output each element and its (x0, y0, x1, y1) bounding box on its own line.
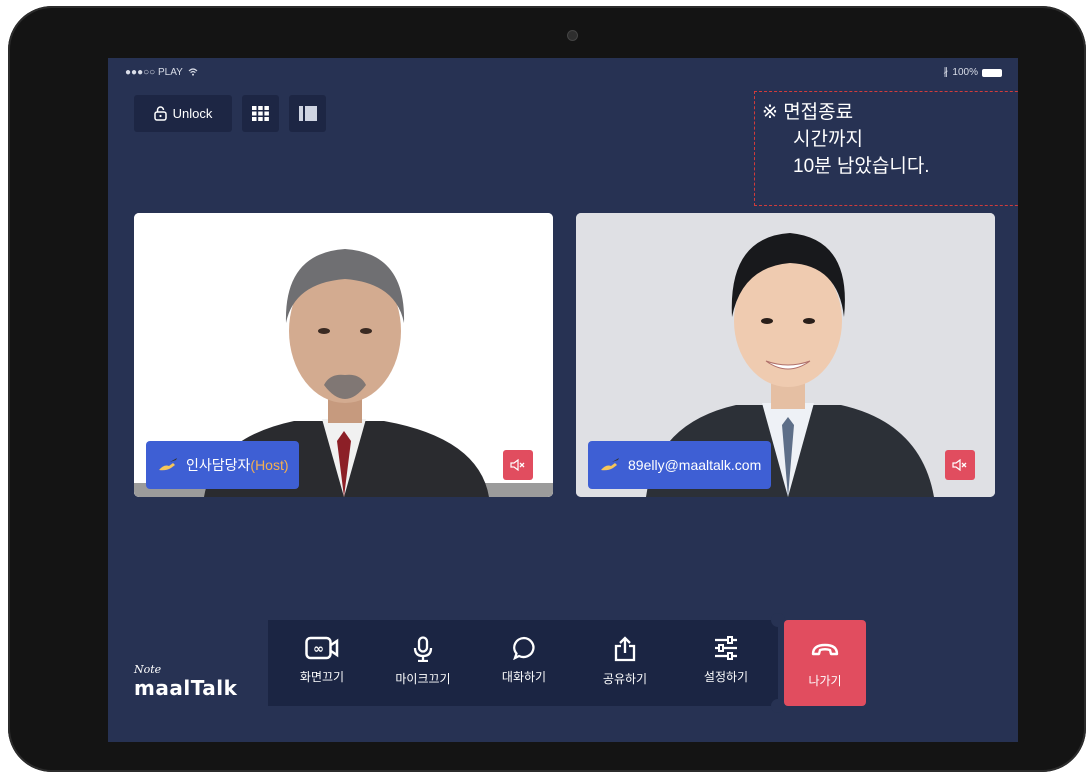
share-icon (614, 636, 636, 662)
control-label: 마이크끄기 (395, 672, 451, 686)
control-label: 설정하기 (703, 670, 749, 684)
tablet-frame: ●●●○○ PLAY ∦ 100% Unlock ※ 면접종료 시간까지 10분… (8, 6, 1086, 772)
time-remaining-notice: ※ 면접종료 시간까지 10분 남았습니다. (754, 91, 1018, 206)
carrier-text: ●●●○○ PLAY (125, 67, 183, 78)
control-label: 화면끄기 (299, 670, 345, 684)
battery-status: ∦ 100% (943, 67, 1002, 78)
mute-participant-button[interactable] (945, 450, 975, 480)
bluetooth-icon: ∦ (943, 67, 949, 78)
pen-hand-icon (601, 458, 619, 471)
battery-text: 100% (952, 67, 978, 78)
unlock-button[interactable]: Unlock (134, 95, 232, 132)
participant-nametag: 89elly@maaltalk.com (588, 441, 772, 489)
mute-participant-button[interactable] (503, 450, 533, 480)
control-label: 공유하기 (602, 672, 648, 686)
app-screen: ●●●○○ PLAY ∦ 100% Unlock ※ 면접종료 시간까지 10분… (108, 58, 1018, 742)
logo-brand-text: maalTalk (134, 676, 238, 700)
battery-icon (982, 68, 1002, 77)
participant-name: 89elly@maaltalk.com (628, 457, 762, 473)
video-tile-guest: 89elly@maaltalk.com (576, 213, 995, 497)
speaker-muted-icon (510, 459, 525, 471)
participant-name: 인사담당자 (186, 457, 251, 473)
logo-note-text: Note (134, 663, 162, 676)
hang-up-icon (811, 643, 839, 656)
maaltalk-logo: Note maalTalk (134, 663, 237, 700)
video-tile-host: 인사담당자 (Host) (134, 213, 553, 497)
settings-sliders-icon (715, 636, 737, 660)
share-button[interactable]: 공유하기 (583, 620, 667, 706)
leave-call-button[interactable]: 나가기 (784, 620, 866, 706)
microphone-icon (413, 636, 433, 662)
lock-icon (153, 106, 167, 121)
leave-label: 나가기 (808, 674, 842, 688)
speaker-muted-icon (952, 459, 967, 471)
control-bar-notch (771, 699, 785, 713)
sidebar-layout-icon (298, 106, 317, 121)
grid-icon (252, 106, 269, 121)
chat-bubble-icon (513, 636, 535, 660)
sidebar-view-button[interactable] (289, 95, 326, 132)
host-role-label: (Host) (250, 457, 289, 473)
notice-line-3: 10분 남았습니다. (793, 156, 930, 177)
chat-button[interactable]: 대화하기 (482, 620, 566, 706)
settings-button[interactable]: 설정하기 (684, 620, 768, 706)
camera-off-button[interactable]: ∞ 화면끄기 (280, 620, 364, 706)
svg-text:∞: ∞ (313, 642, 324, 657)
call-control-bar: ∞ 화면끄기 마이크끄기 대화하기 공유하기 설정하기 (268, 613, 785, 713)
unlock-label: Unlock (172, 106, 213, 121)
mic-off-button[interactable]: 마이크끄기 (381, 620, 465, 706)
control-label: 대화하기 (501, 670, 547, 684)
control-bar-notch (771, 613, 785, 627)
status-bar: ●●●○○ PLAY ∦ 100% (108, 58, 1018, 84)
video-camera-icon: ∞ (305, 636, 339, 660)
pen-hand-icon (159, 458, 177, 471)
wifi-icon (188, 68, 198, 76)
grid-view-button[interactable] (242, 95, 279, 132)
front-camera (568, 31, 577, 40)
carrier-signal: ●●●○○ PLAY (125, 67, 198, 78)
participant-nametag: 인사담당자 (Host) (146, 441, 299, 489)
notice-line-2: 시간까지 (793, 129, 863, 150)
notice-line-1: ※ 면접종료 (762, 102, 854, 123)
